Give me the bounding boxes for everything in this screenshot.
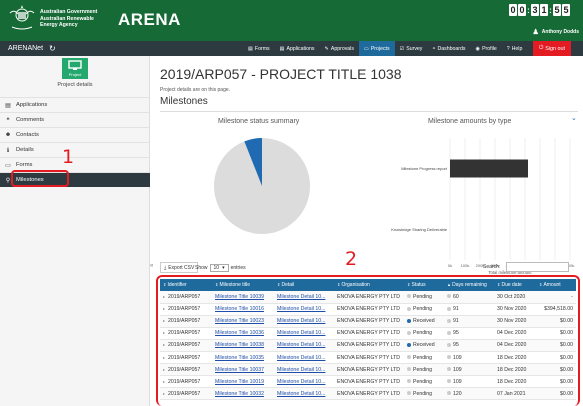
comments-icon: ❝ — [6, 117, 10, 124]
project-sidebar: Project Project details ▤ Applications ❝ Co… — [0, 56, 150, 406]
sidebar-item-label: Contacts — [16, 132, 39, 138]
nav-items: ▤ Forms ▤ Applications ✎ Approvals ▭ Projects ☑ S… — [243, 41, 527, 56]
clock-separator: : — [527, 5, 530, 15]
page-title: 2019/ARP057 - PROJECT TITLE 1038 — [160, 66, 402, 82]
nav-item-help[interactable]: ? Help — [502, 41, 528, 56]
arena-logo[interactable]: ARENA — [118, 10, 181, 30]
clock-digit: 0 — [509, 4, 517, 16]
contacts-icon: ☻ — [4, 132, 12, 138]
approvals-icon: ✎ — [324, 45, 329, 52]
monitor-icon — [68, 60, 82, 70]
nav-item-label: Forms — [254, 45, 270, 52]
search-label: Search: — [483, 264, 501, 270]
nav-item-label: Profile — [482, 45, 497, 52]
nav-item-label: Approvals — [330, 45, 354, 52]
forms-icon: ▭ — [5, 162, 11, 169]
page-length-value: 10 — [213, 265, 220, 271]
projects-icon: ▭ — [363, 45, 369, 52]
search-input[interactable] — [506, 262, 569, 272]
nav-item-dashboards[interactable]: ◓ Dashboards — [427, 41, 470, 56]
nav-item-projects[interactable]: ▭ Projects — [358, 41, 395, 56]
divider — [160, 111, 578, 112]
nav-item-label: Projects — [370, 45, 390, 52]
sidebar-item-applications[interactable]: ▤ Applications — [0, 97, 150, 112]
clock-separator: : — [549, 5, 552, 15]
sidebar-item-comments[interactable]: ❝ Comments — [0, 112, 150, 127]
entries-label: entries — [230, 265, 246, 271]
show-label: Show — [195, 265, 208, 271]
nav-item-applications[interactable]: ▤ Applications — [275, 41, 320, 56]
sidebar-item-label: Applications — [16, 102, 48, 108]
user-menu[interactable]: ♟ Anthony Dodds — [533, 28, 580, 36]
export-csv-button[interactable]: ⤓ Export CSV — [160, 262, 199, 273]
project-details-heading: Project details — [57, 82, 93, 88]
nav-item-survey[interactable]: ☑ Survey — [395, 41, 428, 56]
user-name: Anthony Dodds — [541, 29, 579, 35]
annotation-box-milestones — [11, 170, 69, 187]
arenanet-brand[interactable]: ARENANet ↻ — [0, 44, 56, 53]
sign-out-button[interactable]: ⏻ Sign out — [532, 41, 571, 56]
sidebar-item-contacts[interactable]: ☻ Contacts — [0, 127, 150, 142]
info-icon: ℹ — [6, 147, 10, 154]
nav-item-forms[interactable]: ▤ Forms — [243, 41, 275, 56]
clock-digit: 0 — [518, 4, 526, 16]
sign-out-label: Sign out — [545, 45, 565, 52]
section-heading: Milestones — [160, 96, 208, 107]
clock-digit: 5 — [553, 4, 561, 16]
table-controls: ⤓ Export CSV Show 10 ▾ entries Search: — [160, 262, 578, 274]
nav-item-label: Applications — [286, 45, 315, 52]
project-tile-label: Project — [68, 72, 82, 77]
annotation-box-table — [156, 275, 580, 406]
chevron-down-icon[interactable]: ⌄ — [571, 114, 577, 122]
clock-digit: 5 — [562, 4, 570, 16]
help-icon: ? — [506, 45, 510, 52]
nav-item-label: Survey — [406, 45, 423, 52]
nav-item-approvals[interactable]: ✎ Approvals — [320, 41, 359, 56]
brand-label: ARENANet — [8, 45, 44, 52]
nav-item-label: Help — [511, 45, 523, 52]
status-pie-chart — [214, 138, 310, 234]
forms-icon: ▤ — [248, 45, 253, 52]
collapse-sidebar-icon[interactable]: « — [150, 263, 153, 269]
nav-item-profile[interactable]: ◉ Profile — [471, 41, 502, 56]
session-clock: 0 0 : 3 1 : 5 5 — [509, 4, 570, 16]
pie-chart-title: Milestone status summary — [218, 118, 300, 125]
profile-icon: ◉ — [475, 45, 481, 52]
refresh-icon[interactable]: ↻ — [49, 44, 56, 53]
user-icon: ♟ — [532, 29, 539, 36]
page-length-control: Show 10 ▾ entries — [195, 264, 246, 272]
applications-icon: ▤ — [5, 102, 11, 109]
clock-digit: 3 — [531, 4, 539, 16]
bar-unpaid[interactable] — [450, 159, 528, 178]
project-tile[interactable]: Project — [62, 58, 88, 79]
chevron-down-icon: ▾ — [222, 265, 225, 271]
sidebar-item-details[interactable]: ℹ Details — [0, 142, 150, 157]
sidebar-item-label: Forms — [16, 162, 33, 168]
top-header: Australian Government Australian Renewab… — [0, 0, 583, 41]
category-label: Knowledge Sharing Deliverable — [391, 227, 448, 232]
applications-icon: ▤ — [279, 45, 285, 52]
page-length-select[interactable]: 10 ▾ — [209, 264, 229, 272]
category-label: Milestone Progress report — [401, 166, 448, 171]
sidebar-item-label: Details — [16, 147, 34, 153]
download-icon: ⤓ — [164, 264, 167, 271]
nav-item-label: Dashboards — [437, 45, 466, 52]
coat-of-arms-logo — [9, 5, 35, 30]
survey-icon: ☑ — [399, 45, 405, 52]
bar-chart-title: Milestone amounts by type — [428, 118, 512, 125]
export-csv-label: Export CSV — [168, 264, 195, 271]
page-subtitle: Project details are on this page. — [160, 87, 231, 93]
sidebar-item-label: Comments — [16, 117, 45, 123]
dashboards-icon: ◓ — [432, 45, 436, 52]
clock-digit: 1 — [540, 4, 548, 16]
annotation-number-1: 1 — [62, 146, 75, 168]
main-nav: ARENANet ↻ ▤ Forms ▤ Applications ✎ Approvals… — [0, 41, 583, 56]
government-wordmark: Australian Government Australian Renewab… — [40, 9, 98, 29]
power-icon: ⏻ — [538, 45, 544, 51]
